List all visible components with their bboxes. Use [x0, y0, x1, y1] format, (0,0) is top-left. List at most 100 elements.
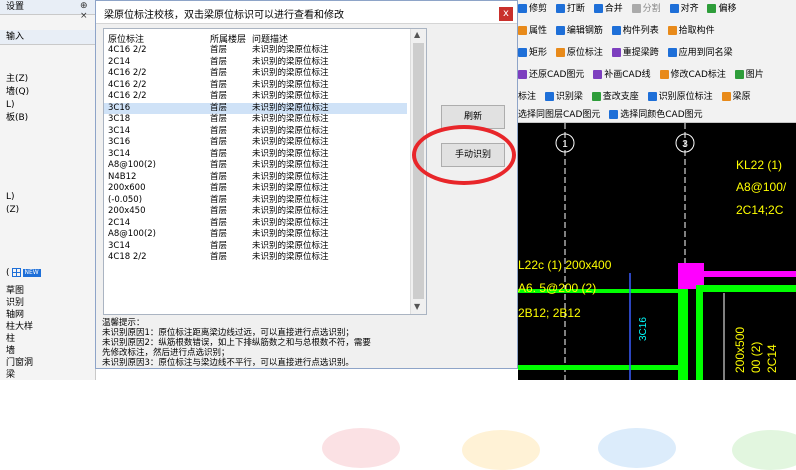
check-support-icon [591, 92, 601, 101]
re-span-button[interactable]: 重提梁跨 [623, 48, 659, 58]
cad-canvas[interactable]: 1 3 KL22 (1) A8@100/ 2C14;2C L22c (1) 20… [518, 123, 796, 380]
cell-floor: 首层 [210, 217, 228, 228]
grid-icon [11, 268, 21, 277]
picture-button[interactable]: 图片 [746, 70, 764, 80]
split-button[interactable]: 分割 [643, 4, 661, 14]
select-same-layer-button[interactable]: 选择同图层CAD图元 [518, 110, 600, 120]
cell-floor: 首层 [210, 79, 228, 90]
offset-button[interactable]: 偏移 [718, 4, 736, 14]
apply-same-name-button[interactable]: 应用到同名梁 [679, 48, 733, 58]
cell-issue: 未识别的梁原位标注 [252, 240, 329, 251]
toolbar-row-select: 选择同图层CAD图元 选择同颜色CAD图元 [518, 106, 709, 124]
column-header-floor[interactable]: 所属楼层 [210, 32, 246, 45]
toolbar-row-identify: 标注 识别梁 查改支座 识别原位标注 梁原 [518, 88, 757, 106]
merge-button[interactable]: 合并 [605, 4, 623, 14]
check-support-button[interactable]: 查改支座 [603, 92, 639, 102]
cell-floor: 首层 [210, 91, 228, 101]
scroll-up-icon[interactable]: ▲ [414, 30, 420, 39]
cell-issue: 未识别的梁原位标注 [252, 183, 329, 193]
decor-circle-pink [322, 428, 400, 468]
identify-beam-button[interactable]: 识别梁 [556, 92, 583, 102]
draw-cad-line-button[interactable]: 补画CAD线 [604, 70, 650, 80]
cell-floor: 首层 [210, 148, 228, 159]
table-row[interactable]: 2C14 首层 未识别的梁原位标注 [104, 218, 407, 230]
hint-panel: 温馨提示： 未识别原因1：原位标注距离梁边线过远，可以直接进行点选识别； 未识别… [96, 316, 517, 368]
cell-annotation: 2C14 [108, 217, 131, 228]
panel-menu-item[interactable]: 墙(Q) [0, 85, 29, 99]
trim-button[interactable]: 修剪 [529, 4, 547, 14]
table-row[interactable]: 4C18 2/2 首层 未识别的梁原位标注 [104, 252, 407, 264]
cell-issue: 未识别的梁原位标注 [252, 45, 329, 55]
restore-cad-button[interactable]: 还原CAD图元 [529, 70, 584, 80]
table-row[interactable]: 4C16 2/2 首层 未识别的梁原位标注 [104, 91, 407, 103]
panel-menu-item[interactable]: (Z) [0, 203, 19, 217]
cell-annotation: 3C18 [108, 114, 131, 124]
modify-cad-annotation-button[interactable]: 修改CAD标注 [671, 70, 726, 80]
close-icon[interactable]: x [499, 7, 513, 21]
axis-label-3: 3 [682, 139, 688, 150]
table-row[interactable]: 2C14 首层 未识别的梁原位标注 [104, 57, 407, 69]
panel-menu-item[interactable]: L) [0, 98, 15, 112]
edit-rebar-button[interactable]: 编辑钢筋 [567, 26, 603, 36]
modify-cad-annotation-icon [659, 70, 669, 79]
panel-menu-item[interactable]: 主(Z) [0, 72, 28, 86]
identify-in-place-button[interactable]: 识别原位标注 [659, 92, 713, 102]
table-row[interactable]: 3C18 首层 未识别的梁原位标注 [104, 114, 407, 126]
table-row[interactable]: A8@100(2) 首层 未识别的梁原位标注 [104, 229, 407, 241]
table-row[interactable]: (-0.050) 首层 未识别的梁原位标注 [104, 195, 407, 207]
toolbar-row-cad: 还原CAD图元 补画CAD线 修改CAD标注 图片 [518, 66, 770, 84]
properties-button[interactable]: 属性 [529, 26, 547, 36]
cell-annotation: 4C16 2/2 [108, 79, 147, 90]
new-feature-row[interactable]: (NEW [0, 266, 41, 280]
scroll-down-icon[interactable]: ▼ [414, 302, 420, 311]
label-a6: A6. 5@200 (2) [518, 281, 596, 295]
dialog-titlebar[interactable]: 梁原位标注校核，双击梁原位标识可以进行查看和修改 x [96, 1, 517, 24]
cell-floor: 首层 [210, 252, 228, 262]
cell-issue: 未识别的梁原位标注 [252, 160, 329, 170]
beam-origin-icon [721, 92, 731, 101]
cell-annotation: A8@100(2) [108, 229, 156, 239]
cell-floor: 首层 [210, 183, 228, 193]
break-button[interactable]: 打断 [567, 4, 585, 14]
table-row[interactable]: 3C14 首层 未识别的梁原位标注 [104, 126, 407, 138]
in-place-annotation-button[interactable]: 原位标注 [567, 48, 603, 58]
table-row[interactable]: 4C16 2/2 首层 未识别的梁原位标注 [104, 68, 407, 80]
table-row[interactable]: 4C16 2/2 首层 未识别的梁原位标注 [104, 80, 407, 92]
table-row[interactable]: 200x600 首层 未识别的梁原位标注 [104, 183, 407, 195]
cell-annotation: 3C16 [108, 102, 131, 113]
component-list-button[interactable]: 构件列表 [623, 26, 659, 36]
cell-annotation: 200x600 [108, 183, 146, 193]
align-button[interactable]: 对齐 [681, 4, 699, 14]
table-row[interactable]: 3C14 首层 未识别的梁原位标注 [104, 241, 407, 253]
table-row[interactable]: 3C16 首层 未识别的梁原位标注 [104, 102, 407, 114]
annotation-dropdown[interactable]: 标注 [518, 92, 536, 102]
table-row[interactable]: 3C16 首层 未识别的梁原位标注 [104, 137, 407, 149]
select-same-color-icon [609, 110, 619, 119]
label-2b12: 2B12; 2B12 [518, 306, 581, 320]
cell-annotation: 3C14 [108, 125, 131, 136]
cell-annotation: A8@100(2) [108, 160, 156, 170]
beam-origin-button[interactable]: 梁原 [733, 92, 751, 102]
panel-menu-item[interactable]: L) [0, 190, 15, 204]
table-row[interactable]: 4C16 2/2 首层 未识别的梁原位标注 [104, 45, 407, 57]
rectangle-button[interactable]: 矩形 [529, 48, 547, 58]
pick-component-button[interactable]: 拾取构件 [679, 26, 715, 36]
table-row[interactable]: 3C14 首层 未识别的梁原位标注 [104, 149, 407, 161]
cell-annotation: 4C16 2/2 [108, 45, 147, 55]
table-row[interactable]: 200x450 首层 未识别的梁原位标注 [104, 206, 407, 218]
toolbar-row-edit: 修剪 打断 合并 分割 对齐 偏移 [518, 0, 742, 18]
panel-menu-item[interactable]: 梁 [0, 368, 15, 380]
cell-issue: 未识别的梁原位标注 [252, 137, 329, 147]
align-icon [669, 4, 679, 13]
beam-right-green [696, 285, 796, 292]
cell-floor: 首层 [210, 56, 228, 67]
panel-header-label: 设置 [6, 2, 25, 12]
table-row[interactable]: N4B12 首层 未识别的梁原位标注 [104, 172, 407, 184]
cell-issue: 未识别的梁原位标注 [252, 229, 329, 239]
panel-menu-item[interactable]: 板(B) [0, 111, 28, 125]
column-header-annotation[interactable]: 原位标注 [108, 32, 144, 45]
table-row[interactable]: A8@100(2) 首层 未识别的梁原位标注 [104, 160, 407, 172]
panel-pin-close-icon[interactable]: ⊕ × [80, 1, 95, 21]
select-same-color-button[interactable]: 选择同颜色CAD图元 [620, 110, 702, 120]
column-header-issue[interactable]: 问题描述 [252, 32, 288, 45]
